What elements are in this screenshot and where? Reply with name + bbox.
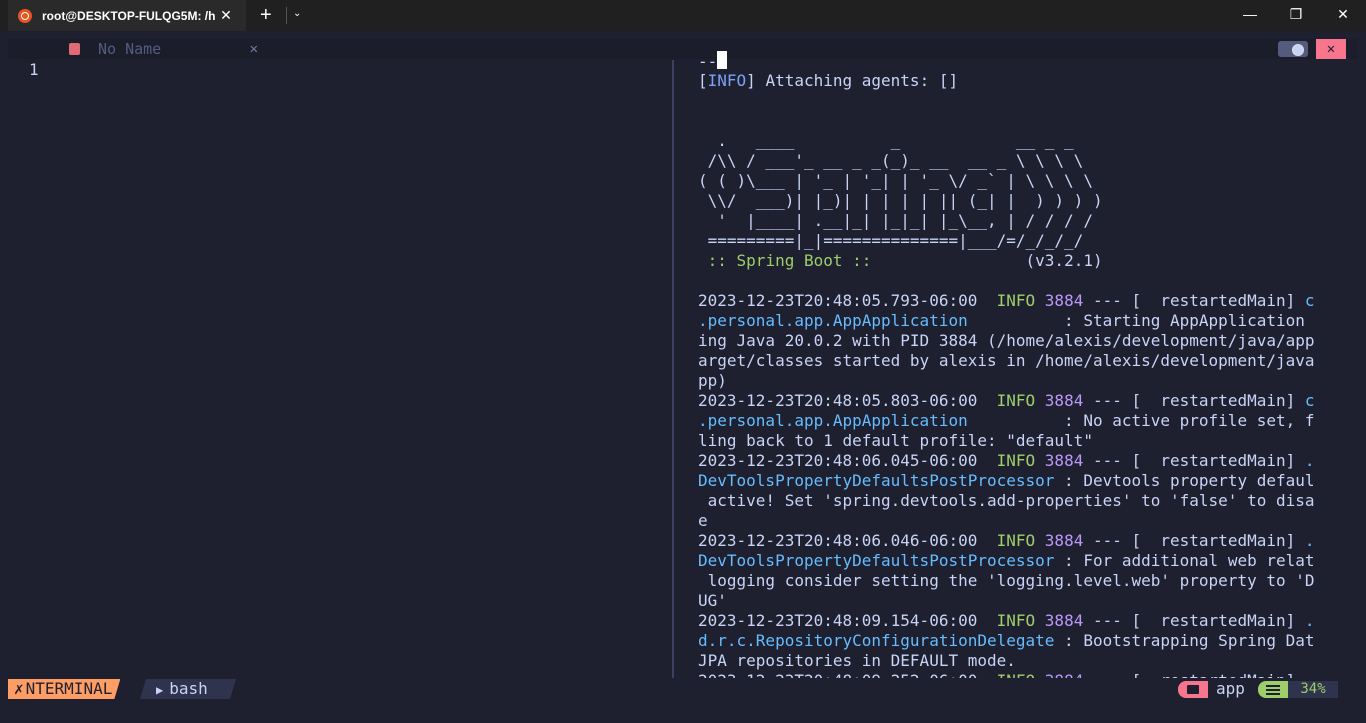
neovim-editor: No Name ✕ ✕ 1 -- [INFO] Attaching agents:… bbox=[0, 31, 1366, 678]
terminal-line: d.r.c.RepositoryConfigurationDelegate : … bbox=[698, 631, 1315, 650]
mode-icon: ✗ bbox=[14, 679, 24, 698]
terminal-line: pp) bbox=[698, 371, 727, 390]
terminal-line: e bbox=[698, 511, 708, 530]
terminal-cursor bbox=[717, 51, 728, 69]
buffer-tab[interactable]: No Name ✕ bbox=[68, 39, 264, 59]
terminal-line: [INFO] Attaching agents: [] bbox=[698, 71, 959, 90]
terminal-line: 2023-12-23T20:48:06.045-06:00 INFO 3884 … bbox=[698, 451, 1315, 470]
terminal-line: =========|_|==============|___/=/_/_/_/ bbox=[698, 231, 1084, 250]
terminal-line: DevToolsPropertyDefaultsPostProcessor : … bbox=[698, 471, 1315, 490]
folder-icon bbox=[1178, 681, 1208, 698]
terminal-line: 2023-12-23T20:48:05.803-06:00 INFO 3884 … bbox=[698, 391, 1315, 410]
lines-icon bbox=[1258, 681, 1288, 698]
terminal-line: DevToolsPropertyDefaultsPostProcessor : … bbox=[698, 551, 1315, 570]
statusline: ✗ NTERMINAL ▶ bash app 34% bbox=[0, 678, 1366, 700]
terminal-line: .personal.app.AppApplication : Starting … bbox=[698, 311, 1305, 330]
terminal-line: 2023-12-23T20:48:09.154-06:00 INFO 3884 … bbox=[698, 611, 1315, 630]
buffer-close-icon[interactable]: ✕ bbox=[250, 41, 258, 57]
window-titlebar: root@DESKTOP-FULQG5M: /h ✕ + ⌄ — ❐ ✕ bbox=[0, 0, 1366, 31]
terminal-tab[interactable]: root@DESKTOP-FULQG5M: /h ✕ bbox=[8, 0, 246, 31]
terminal-line: /\\ / ___'_ __ _ _(_)_ __ __ _ \ \ \ \ bbox=[698, 151, 1084, 170]
file-icon bbox=[69, 43, 80, 55]
terminal-line: UG' bbox=[698, 591, 727, 610]
terminal-line: ' |____| .__|_| |_|_| |_\__, | / / / / bbox=[698, 211, 1093, 230]
terminal-line: 2023-12-23T20:48:05.793-06:00 INFO 3884 … bbox=[698, 291, 1315, 310]
restore-button[interactable]: ❐ bbox=[1286, 6, 1306, 23]
tab-close-icon[interactable]: ✕ bbox=[218, 7, 234, 24]
terminal-output[interactable]: -- [INFO] Attaching agents: [] . ____ _ _… bbox=[698, 51, 1358, 678]
terminal-line: arget/classes started by alexis in /home… bbox=[698, 351, 1315, 370]
terminal-line: .personal.app.AppApplication : No active… bbox=[698, 411, 1315, 430]
tab-dropdown-chevron-icon[interactable]: ⌄ bbox=[293, 8, 301, 19]
new-tab-button[interactable]: + bbox=[260, 4, 272, 27]
terminal-line: ing Java 20.0.2 with PID 3884 (/home/ale… bbox=[698, 331, 1315, 350]
line-number: 1 bbox=[29, 60, 39, 79]
buffer-name: No Name bbox=[98, 40, 162, 58]
terminal-line: -- bbox=[698, 51, 1358, 71]
shell-label: bash bbox=[169, 679, 208, 698]
terminal-line: JPA repositories in DEFAULT mode. bbox=[698, 651, 1016, 670]
scroll-percent: 34% bbox=[1288, 681, 1338, 698]
tab-title: root@DESKTOP-FULQG5M: /h bbox=[42, 8, 216, 23]
mode-indicator: ✗ NTERMINAL bbox=[8, 679, 120, 699]
titlebar-divider bbox=[286, 7, 287, 24]
mode-label: NTERMINAL bbox=[25, 679, 113, 698]
shell-segment: ▶ bash bbox=[140, 679, 236, 699]
ubuntu-icon bbox=[18, 8, 32, 23]
terminal-line: 2023-12-23T20:48:09.252-06:00 INFO 3884 … bbox=[698, 671, 1358, 678]
terminal-icon: ▶ bbox=[156, 683, 164, 697]
terminal-line: logging consider setting the 'logging.le… bbox=[698, 571, 1315, 590]
terminal-line: . ____ _ __ _ _ bbox=[698, 131, 1074, 150]
terminal-line: ling back to 1 default profile: "default… bbox=[698, 431, 1093, 450]
split-divider[interactable] bbox=[672, 60, 674, 678]
terminal-line: active! Set 'spring.devtools.add-propert… bbox=[698, 491, 1315, 510]
minimize-button[interactable]: — bbox=[1240, 6, 1260, 22]
project-name: app bbox=[1216, 679, 1245, 698]
window-close-button[interactable]: ✕ bbox=[1333, 6, 1353, 23]
terminal-line: 2023-12-23T20:48:06.046-06:00 INFO 3884 … bbox=[698, 531, 1315, 550]
terminal-line: \\/ ___)| |_)| | | | | || (_| | ) ) ) ) bbox=[698, 191, 1103, 210]
terminal-line: ( ( )\___ | '_ | '_| | '_ \/ _` | \ \ \ … bbox=[698, 171, 1093, 190]
terminal-line: :: Spring Boot :: (v3.2.1) bbox=[707, 251, 1103, 270]
